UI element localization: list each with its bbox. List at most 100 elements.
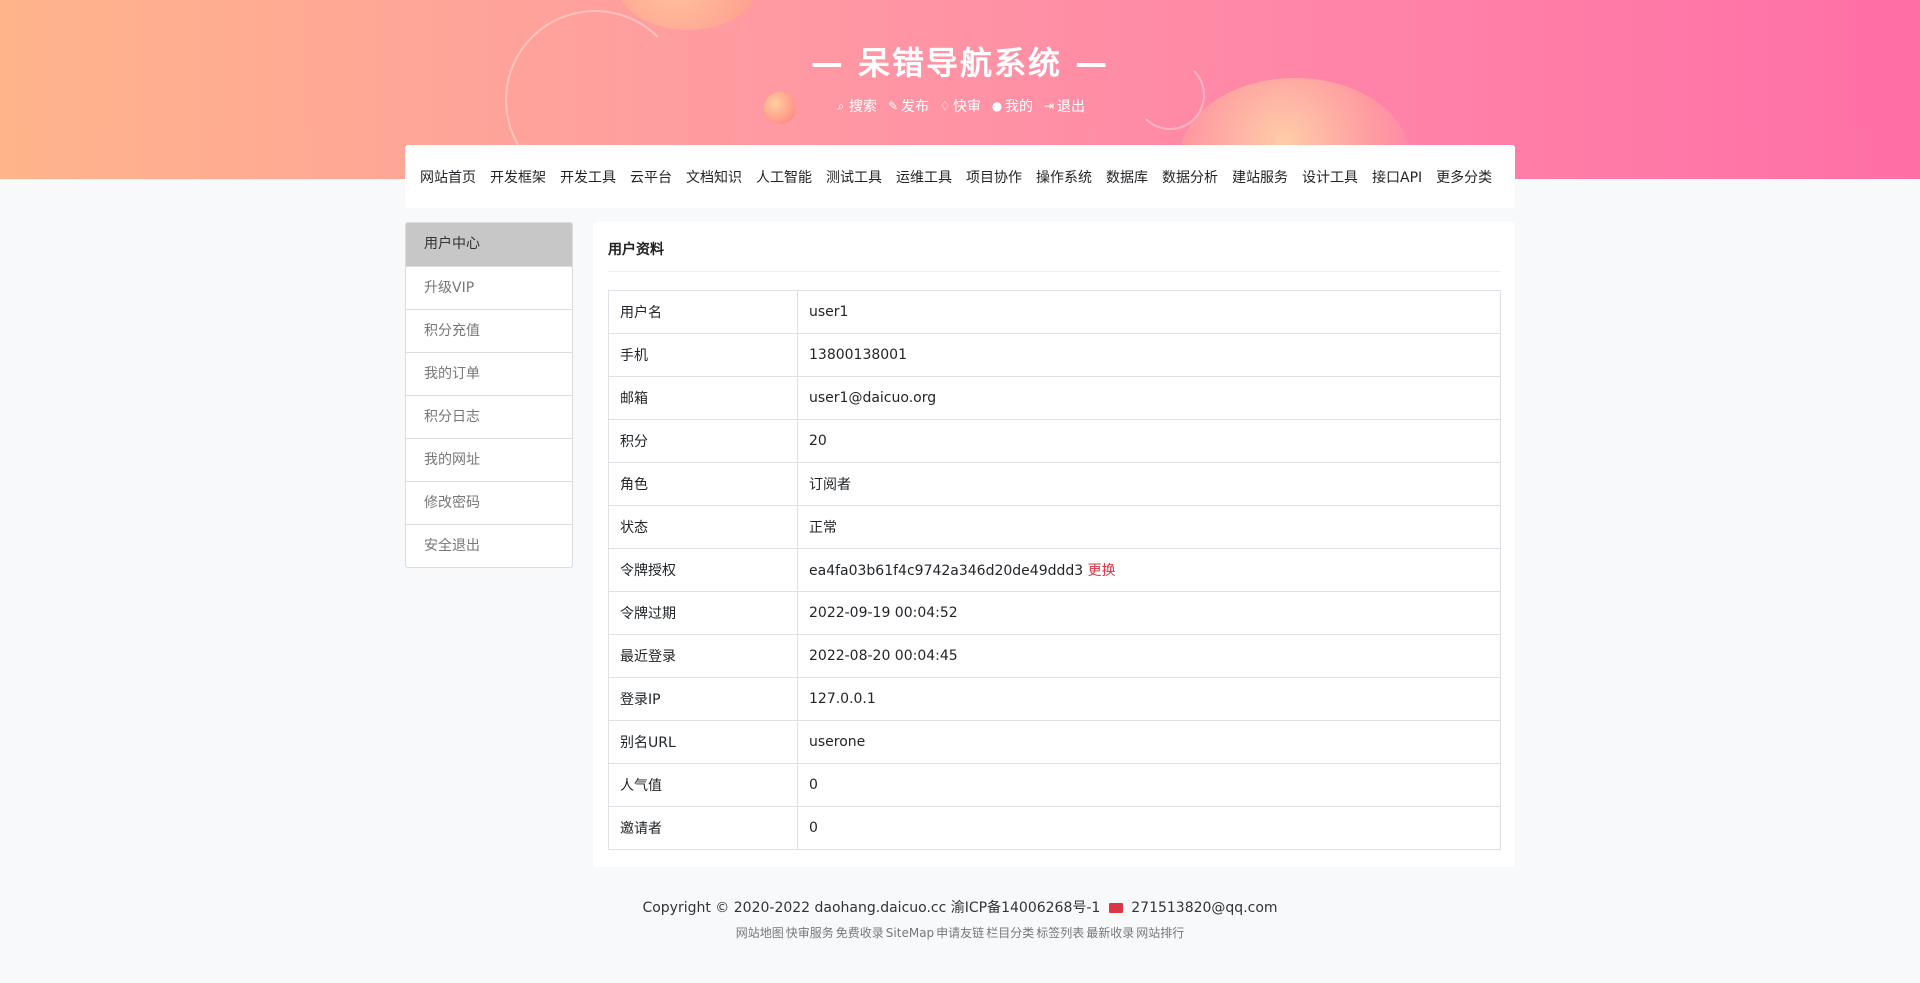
sidebar-item[interactable]: 积分充值 [406, 309, 572, 352]
field-label: 令牌过期 [608, 591, 798, 635]
divider [608, 271, 1500, 272]
quick-link-user[interactable]: ● 我的 [991, 96, 1033, 116]
sidebar-item[interactable]: 安全退出 [406, 524, 572, 567]
quick-link-label: 我的 [1005, 99, 1033, 115]
sidebar-item[interactable]: 用户中心 [406, 223, 572, 266]
nav-item[interactable]: 设计工具 [1302, 167, 1358, 187]
nav-item[interactable]: 运维工具 [896, 167, 952, 187]
field-label: 邀请者 [608, 806, 798, 850]
nav-item[interactable]: 网站首页 [420, 167, 476, 187]
field-value: 20 [809, 433, 827, 449]
field-value-cell: 订阅者 [797, 462, 1501, 506]
table-row: 积分 20 [608, 419, 1501, 463]
field-label: 最近登录 [608, 634, 798, 678]
diamond-icon: ♢ [939, 99, 951, 113]
table-row: 登录IP 127.0.0.1 [608, 677, 1501, 721]
field-value-cell: ea4fa03b61f4c9742a346d20de49ddd3 更换 [797, 548, 1501, 592]
field-value: 13800138001 [809, 347, 907, 363]
footer-link[interactable]: SiteMap [886, 926, 934, 940]
icp-link[interactable]: 渝ICP备14006268号-1 [951, 900, 1101, 916]
quick-link-sign-out[interactable]: ⇥ 退出 [1043, 96, 1085, 116]
table-row: 人气值 0 [608, 763, 1501, 807]
sidebar-item[interactable]: 修改密码 [406, 481, 572, 524]
field-value-cell: 127.0.0.1 [797, 677, 1501, 721]
nav-item[interactable]: 文档知识 [686, 167, 742, 187]
sign-out-icon: ⇥ [1043, 99, 1055, 113]
footer-links: 网站地图 快审服务 免费收录 SiteMap 申请友链 栏目分类 标签列表 最新收录 网站排行 [0, 924, 1920, 941]
nav-item[interactable]: 更多分类 [1436, 167, 1492, 187]
nav-item[interactable]: 项目协作 [966, 167, 1022, 187]
field-label: 邮箱 [608, 376, 798, 420]
copyright-text: Copyright © 2020-2022 daohang.daicuo.cc [642, 900, 947, 916]
nav-item[interactable]: 开发框架 [490, 167, 546, 187]
field-value-cell: user1 [797, 290, 1501, 334]
nav-item[interactable]: 开发工具 [560, 167, 616, 187]
table-row: 令牌授权 ea4fa03b61f4c9742a346d20de49ddd3 更换 [608, 548, 1501, 592]
field-value-cell: 20 [797, 419, 1501, 463]
quick-link-label: 退出 [1057, 99, 1085, 115]
table-row: 邀请者 0 [608, 806, 1501, 850]
field-value: userone [809, 734, 866, 750]
field-label: 登录IP [608, 677, 798, 721]
field-value-cell: 正常 [797, 505, 1501, 549]
user-icon: ● [991, 99, 1003, 113]
field-label: 令牌授权 [608, 548, 798, 592]
footer-link[interactable]: 申请友链 [936, 926, 984, 940]
field-value: 2022-08-20 00:04:45 [809, 648, 958, 664]
nav-item[interactable]: 操作系统 [1036, 167, 1092, 187]
nav-item[interactable]: 人工智能 [756, 167, 812, 187]
sidebar-item[interactable]: 我的订单 [406, 352, 572, 395]
table-row: 用户名 user1 [608, 290, 1501, 334]
field-label: 人气值 [608, 763, 798, 807]
table-row: 邮箱 user1@daicuo.org [608, 376, 1501, 420]
nav-item[interactable]: 数据库 [1106, 167, 1148, 187]
profile-table: 用户名 user1 手机 13800138001 邮箱 user1@daicuo.org 积… [608, 290, 1501, 850]
field-value: user1@daicuo.org [809, 390, 937, 406]
field-label: 角色 [608, 462, 798, 506]
field-label: 状态 [608, 505, 798, 549]
quick-link-search[interactable]: ⌕ 搜索 [835, 96, 877, 116]
change-token-link[interactable]: 更换 [1088, 563, 1116, 579]
quick-link-label: 搜索 [849, 99, 877, 115]
footer-copyright: Copyright © 2020-2022 daohang.daicuo.cc … [0, 897, 1920, 917]
field-label: 用户名 [608, 290, 798, 334]
field-value-cell: 0 [797, 806, 1501, 850]
quick-links: ⌕ 搜索 ✎ 发布 ♢ 快审 ● 我的 ⇥ 退出 [0, 96, 1920, 116]
user-sidebar: 用户中心 升级VIP 积分充值 我的订单 积分日志 我的网址 修改密码 安全退出 [405, 222, 573, 568]
sidebar-item[interactable]: 积分日志 [406, 395, 572, 438]
profile-panel: 用户资料 用户名 user1 手机 13800138001 邮箱 user1@daicuo… [593, 222, 1515, 867]
edit-icon: ✎ [887, 99, 899, 113]
panel-title: 用户资料 [608, 242, 664, 258]
footer-link[interactable]: 网站排行 [1136, 926, 1184, 940]
footer-link[interactable]: 网站地图 [736, 926, 784, 940]
nav-item[interactable]: 接口API [1372, 167, 1422, 187]
nav-item[interactable]: 云平台 [630, 167, 672, 187]
nav-item[interactable]: 建站服务 [1232, 167, 1288, 187]
nav-item[interactable]: 测试工具 [826, 167, 882, 187]
footer-link[interactable]: 快审服务 [786, 926, 834, 940]
contact-email[interactable]: 271513820@qq.com [1131, 900, 1277, 916]
category-navbar: 网站首页 开发框架 开发工具 云平台 文档知识 人工智能 测试工具 运维工具 项目协作 操作系统数… [405, 145, 1515, 208]
quick-link-label: 发布 [901, 99, 929, 115]
sidebar-item[interactable]: 升级VIP [406, 266, 572, 309]
field-value-cell: 2022-08-20 00:04:45 [797, 634, 1501, 678]
table-row: 手机 13800138001 [608, 333, 1501, 377]
footer-link[interactable]: 免费收录 [836, 926, 884, 940]
footer-link[interactable]: 栏目分类 [986, 926, 1034, 940]
table-row: 别名URL userone [608, 720, 1501, 764]
field-label: 手机 [608, 333, 798, 377]
footer-link[interactable]: 最新收录 [1086, 926, 1134, 940]
nav-item[interactable]: 数据分析 [1162, 167, 1218, 187]
quick-link-edit[interactable]: ✎ 发布 [887, 96, 929, 116]
envelope-icon [1108, 903, 1123, 913]
sidebar-item[interactable]: 我的网址 [406, 438, 572, 481]
quick-link-diamond[interactable]: ♢ 快审 [939, 96, 981, 116]
table-row: 状态 正常 [608, 505, 1501, 549]
field-label: 别名URL [608, 720, 798, 764]
field-value: 127.0.0.1 [809, 691, 876, 707]
field-value-cell: user1@daicuo.org [797, 376, 1501, 420]
quick-link-label: 快审 [953, 99, 981, 115]
site-title: — 呆错导航系统 — [810, 44, 1110, 82]
footer-link[interactable]: 标签列表 [1036, 926, 1084, 940]
field-value: 0 [809, 777, 818, 793]
